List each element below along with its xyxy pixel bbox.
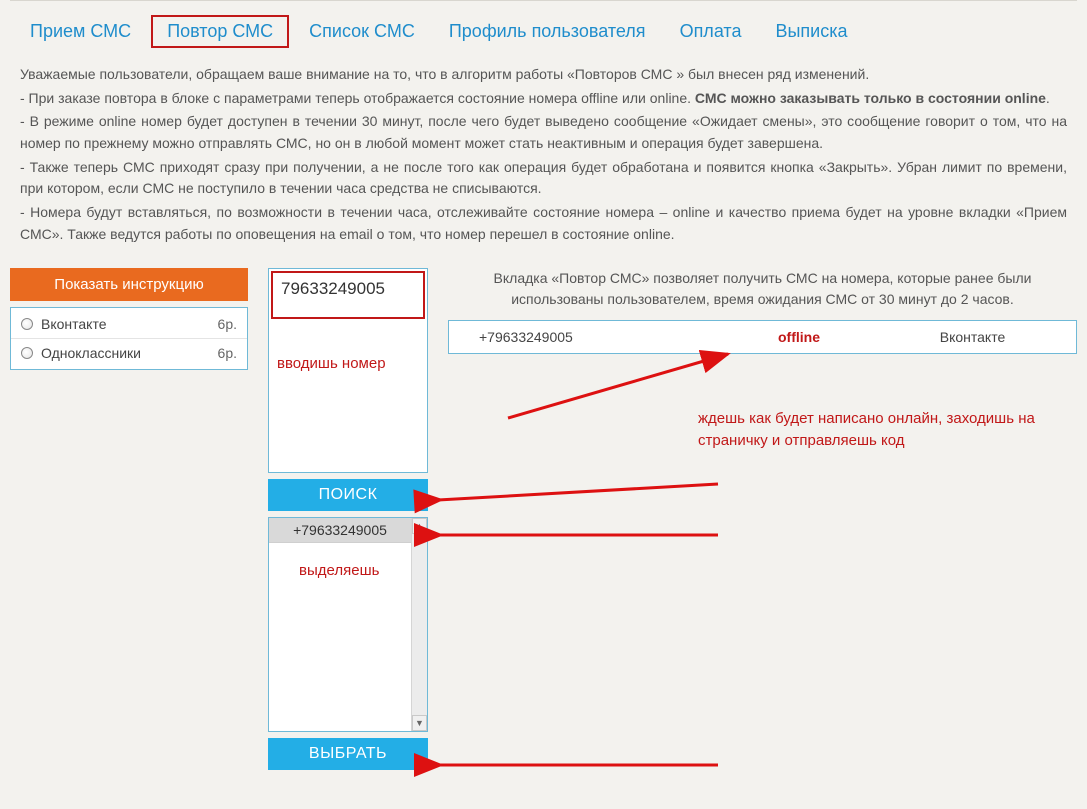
status-bar: +79633249005 offline Вконтакте bbox=[448, 320, 1077, 354]
annotation-wait: ждешь как будет написано онлайн, заходиш… bbox=[698, 408, 1087, 453]
nav-list-sms[interactable]: Список СМС bbox=[295, 17, 429, 46]
status-service: Вконтакте bbox=[899, 329, 1046, 345]
service-price: 6р. bbox=[218, 345, 237, 361]
search-button[interactable]: ПОИСК bbox=[268, 479, 428, 511]
show-instruction-button[interactable]: Показать инструкцию bbox=[10, 268, 248, 301]
phone-input-panel: 79633249005 вводишь номер bbox=[268, 268, 428, 473]
phone-listbox[interactable]: +79633249005 выделяешь ▲ ▼ bbox=[268, 517, 428, 732]
service-price: 6р. bbox=[218, 316, 237, 332]
annotation-input: вводишь номер bbox=[277, 355, 386, 372]
nav-repeat-sms[interactable]: Повтор СМС bbox=[151, 15, 289, 48]
service-list: Вконтакте 6р. Одноклассники 6р. bbox=[10, 307, 248, 370]
phone-input[interactable]: 79633249005 bbox=[271, 271, 425, 319]
status-state: offline bbox=[699, 329, 899, 345]
status-phone: +79633249005 bbox=[479, 329, 699, 345]
service-row[interactable]: Одноклассники 6р. bbox=[11, 339, 247, 367]
nav-statement[interactable]: Выписка bbox=[761, 17, 861, 46]
nav-profile[interactable]: Профиль пользователя bbox=[435, 17, 660, 46]
info-text: Уважаемые пользователи, обращаем ваше вн… bbox=[10, 58, 1077, 262]
radio-icon[interactable] bbox=[21, 347, 33, 359]
service-row[interactable]: Вконтакте 6р. bbox=[11, 310, 247, 339]
service-name: Одноклассники bbox=[41, 345, 210, 361]
main-nav: Прием СМС Повтор СМС Список СМС Профиль … bbox=[10, 7, 1077, 58]
scrollbar[interactable]: ▲ ▼ bbox=[411, 518, 427, 731]
nav-receive-sms[interactable]: Прием СМС bbox=[16, 17, 145, 46]
radio-icon[interactable] bbox=[21, 318, 33, 330]
annotation-select: выделяешь bbox=[299, 562, 379, 579]
intro-text: Вкладка «Повтор СМС» позволяет получить … bbox=[448, 268, 1077, 318]
select-button[interactable]: ВЫБРАТЬ bbox=[268, 738, 428, 770]
nav-payment[interactable]: Оплата bbox=[666, 17, 756, 46]
list-item[interactable]: +79633249005 bbox=[269, 518, 411, 543]
scroll-up-icon[interactable]: ▲ bbox=[412, 518, 427, 534]
service-name: Вконтакте bbox=[41, 316, 210, 332]
scroll-down-icon[interactable]: ▼ bbox=[412, 715, 427, 731]
